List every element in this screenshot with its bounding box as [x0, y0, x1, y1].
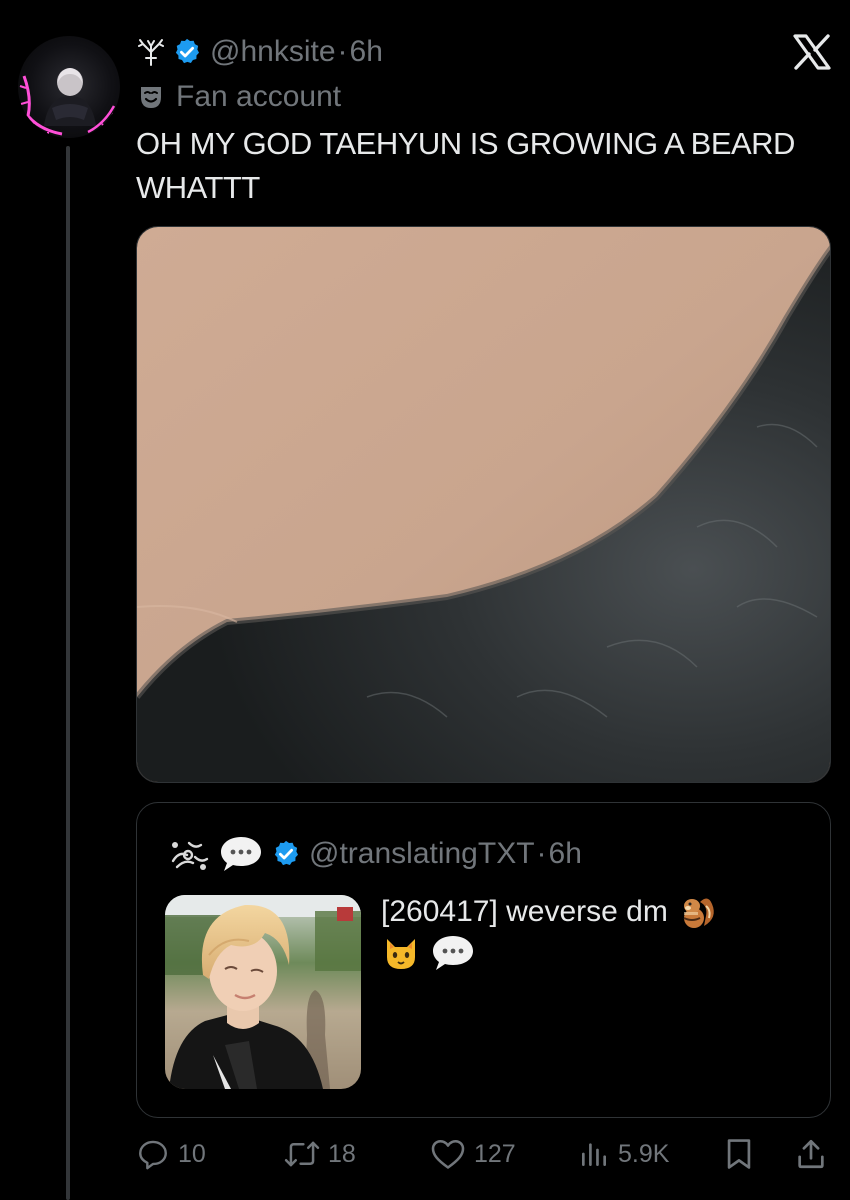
- verified-badge-icon: [172, 37, 202, 67]
- verified-badge-icon: [271, 839, 301, 869]
- speech-bubble-icon: [219, 834, 263, 874]
- account-label-text: Fan account: [176, 80, 342, 113]
- views-icon: [578, 1138, 610, 1170]
- author-handle[interactable]: @hnksite: [210, 35, 336, 69]
- thread-line: [66, 146, 70, 1200]
- reply-button[interactable]: 10: [136, 1134, 206, 1174]
- retweet-count: 18: [328, 1139, 356, 1168]
- mask-icon: [138, 84, 164, 110]
- views-button[interactable]: 5.9K: [578, 1134, 669, 1174]
- separator-dot: ·: [337, 35, 348, 68]
- heart-icon: [430, 1137, 466, 1171]
- views-count: 5.9K: [618, 1139, 670, 1168]
- bookmark-icon: [724, 1137, 754, 1171]
- like-button[interactable]: 127: [430, 1134, 516, 1174]
- quoted-tweet-thumbnail[interactable]: [165, 895, 361, 1089]
- separator-dot: ·: [536, 837, 547, 870]
- share-icon: [794, 1137, 828, 1171]
- x-logo-icon[interactable]: [792, 34, 832, 70]
- author-name-glyph-icon[interactable]: [138, 38, 164, 66]
- quoted-author-avatar[interactable]: [165, 831, 211, 877]
- tweet-action-bar: 10 18 127 5.9K: [136, 1134, 832, 1174]
- share-button[interactable]: [794, 1134, 828, 1174]
- quoted-tweet-text-line1: [260417] weverse dm: [381, 895, 668, 928]
- cat-face-emoji-icon: [381, 933, 421, 973]
- retweet-icon: [284, 1137, 320, 1171]
- tweet-header: @hnksite · 6h: [138, 32, 383, 72]
- quoted-author-handle[interactable]: @translatingTXT: [309, 837, 535, 871]
- tweet-media-image[interactable]: [136, 226, 831, 783]
- chipmunk-emoji-icon: [678, 892, 718, 932]
- speech-bubble-emoji-icon: [431, 933, 475, 973]
- bookmark-button[interactable]: [724, 1134, 754, 1174]
- quoted-tweet-text: [260417] weverse dm: [381, 891, 801, 973]
- account-label: Fan account: [138, 78, 341, 116]
- quoted-tweet-header: @translatingTXT · 6h: [165, 833, 582, 875]
- tweet-time[interactable]: 6h: [350, 35, 383, 69]
- quoted-tweet-time[interactable]: 6h: [549, 837, 582, 871]
- tweet-text: OH MY GOD TAEHYUN IS GROWING A BEARD WHA…: [136, 126, 795, 205]
- retweet-button[interactable]: 18: [284, 1134, 356, 1174]
- reply-count: 10: [178, 1139, 206, 1168]
- like-count: 127: [474, 1139, 516, 1168]
- quoted-tweet[interactable]: @translatingTXT · 6h [260417] weverse dm: [136, 802, 831, 1118]
- author-avatar[interactable]: [18, 36, 120, 138]
- reply-icon: [136, 1137, 170, 1171]
